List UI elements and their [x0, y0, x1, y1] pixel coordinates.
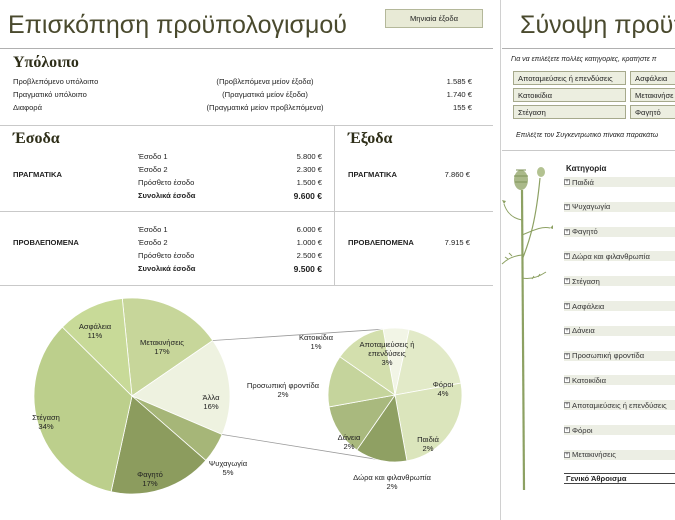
- pivot-grand-total: Γενικό Άθροισμα: [564, 473, 675, 484]
- expenses-vertical-divider: [334, 126, 335, 285]
- summary-instruction: Για να επιλέξετε πολλές κατηγορίες, κρατ…: [511, 56, 657, 63]
- income-heading: Έσοδα: [13, 130, 60, 147]
- income-divider: [0, 211, 493, 212]
- expand-icon[interactable]: +: [564, 327, 570, 334]
- income-total-value: 9.600 €: [293, 191, 322, 201]
- pivot-category-label: Δώρα και φιλανθρωπία: [572, 251, 650, 261]
- pivot-category-label: Μετακινήσεις: [572, 450, 616, 460]
- balance-heading: Υπόλοιπο: [13, 54, 79, 71]
- income-row-value: 1.500 €: [296, 178, 322, 187]
- pivot-category-row[interactable]: + Φαγητό: [564, 226, 675, 237]
- pivot-divider: [502, 150, 675, 151]
- pivot-category-label: Ασφάλεια: [572, 301, 605, 311]
- expenses-heading: Έξοδα: [348, 130, 393, 147]
- pivot-category-row[interactable]: + Αποταμιεύσεις ή επενδύσεις: [564, 400, 675, 411]
- summary-title: Σύνοψη προϋπ: [520, 11, 675, 39]
- expand-icon[interactable]: +: [564, 253, 570, 260]
- pie-slice-label: Άλλα 16%: [203, 393, 221, 411]
- expand-icon[interactable]: +: [564, 228, 570, 235]
- balance-row-label: Προβλεπόμενο υπόλοιπο: [13, 77, 99, 86]
- balance-row-formula: (Προβλεπόμενα μείον έξοδα): [216, 77, 314, 86]
- balance-row-formula: (Πραγματικά μείον έξοδα): [222, 90, 308, 99]
- pivot-category-label: Στέγαση: [572, 276, 600, 286]
- balance-row-label: Διαφορά: [13, 103, 43, 112]
- pie-slice-label: Δώρα και φιλανθρωπία 2%: [353, 473, 431, 491]
- income-total-label: Συνολικά έσοδα: [138, 191, 196, 200]
- expense-pie-of-pie-chart: Μετακινήσεις 17%Άλλα 16%Ψυχαγωγία 5%Φαγητό 1…: [32, 297, 463, 495]
- income-row-label: Έσοδο 2: [138, 165, 168, 174]
- expand-icon[interactable]: +: [564, 427, 570, 433]
- pivot-category-row[interactable]: + Ψυχαγωγία: [564, 201, 675, 212]
- pivot-category-label: Παιδιά: [572, 177, 594, 187]
- expand-icon[interactable]: +: [564, 352, 570, 359]
- income-total-label: Συνολικά έσοδα: [138, 264, 196, 273]
- pivot-category-label: Φαγητό: [572, 227, 598, 237]
- income-row-value: 5.800 €: [296, 152, 322, 161]
- pivot-category-label: Δάνεια: [572, 326, 595, 336]
- pivot-instruction: Επιλέξτε τον Συγκεντρωτικό πίνακα παρακά…: [516, 132, 659, 139]
- balance-divider: [0, 125, 493, 126]
- income-projected-label: ΠΡΟΒΛΕΠΟΜΕΝΑ: [13, 238, 79, 247]
- expand-icon[interactable]: +: [564, 179, 570, 185]
- expenses-actual-label: ΠΡΑΓΜΑΤΙΚΑ: [348, 170, 397, 179]
- expand-icon[interactable]: +: [564, 278, 570, 285]
- expenses-projected-label: ΠΡΟΒΛΕΠΟΜΕΝΑ: [348, 238, 414, 247]
- income-bottom-divider: [0, 285, 493, 286]
- income-total-value: 9.500 €: [293, 264, 322, 274]
- header-divider: [0, 48, 493, 49]
- expand-icon[interactable]: +: [564, 377, 570, 384]
- slicer-button[interactable]: Μετακινήσε: [630, 88, 675, 102]
- plant-illustration: [501, 167, 553, 490]
- slicer-button[interactable]: Κατοικίδια: [513, 88, 626, 102]
- pivot-category-row[interactable]: + Δώρα και φιλανθρωπία: [564, 251, 675, 262]
- expenses-projected-value: 7.915 €: [444, 238, 470, 247]
- income-row-label: Έσοδο 2: [138, 238, 168, 247]
- pivot-category-row[interactable]: + Στέγαση: [564, 276, 675, 287]
- expenses-actual-value: 7.860 €: [444, 170, 470, 179]
- balance-row-value: 155 €: [452, 103, 472, 112]
- balance-row-formula: (Πραγματικά μείον προβλεπόμενα): [206, 103, 324, 112]
- pivot-category-header[interactable]: Κατηγορία: [566, 164, 606, 173]
- pie-slice-label: Κατοικίδια 1%: [299, 333, 334, 351]
- income-row-label: Πρόσθετο έσοδο: [138, 178, 195, 187]
- pivot-category-row[interactable]: + Προσωπική φροντίδα: [564, 350, 675, 361]
- pivot-category-row[interactable]: + Ασφάλεια: [564, 301, 675, 311]
- pie-slice-label: Ψυχαγωγία 5%: [209, 459, 248, 477]
- slicer-button[interactable]: Στέγαση: [513, 105, 626, 119]
- expand-icon[interactable]: +: [564, 402, 570, 409]
- summary-divider: [502, 48, 675, 49]
- pivot-category-label: Αποταμιεύσεις ή επενδύσεις: [572, 400, 667, 410]
- balance-row-value: 1.585 €: [446, 77, 472, 86]
- expand-icon[interactable]: +: [564, 451, 570, 458]
- pivot-category-row[interactable]: + Φόροι: [564, 425, 675, 435]
- monthly-expenses-button[interactable]: Μηνιαία έξοδα: [385, 9, 483, 28]
- income-row-label: Έσοδο 1: [138, 225, 168, 234]
- expand-icon[interactable]: +: [564, 203, 570, 210]
- slicer-button[interactable]: Ασφάλεια: [630, 71, 675, 85]
- expand-icon[interactable]: +: [564, 303, 570, 309]
- income-row-value: 1.000 €: [296, 238, 322, 247]
- income-row-value: 2.500 €: [296, 251, 322, 260]
- pivot-category-row[interactable]: + Μετακινήσεις: [564, 449, 675, 460]
- pivot-category-label: Ψυχαγωγία: [572, 202, 611, 212]
- pivot-category-row[interactable]: + Δάνεια: [564, 325, 675, 336]
- income-actual-label: ΠΡΑΓΜΑΤΙΚΑ: [13, 170, 62, 179]
- pivot-category-label: Προσωπική φροντίδα: [572, 351, 645, 361]
- pivot-category-label: Φόροι: [572, 425, 593, 435]
- balance-row-label: Πραγματικό υπόλοιπο: [13, 90, 87, 99]
- overview-title: Επισκόπηση προϋπολογισμού: [8, 11, 347, 39]
- balance-row-value: 1.740 €: [446, 90, 472, 99]
- income-row-label: Έσοδο 1: [138, 152, 168, 161]
- pivot-category-row[interactable]: + Κατοικίδια: [564, 375, 675, 386]
- pie-slice-label: Προσωπική φροντίδα 2%: [247, 381, 320, 399]
- income-row-label: Πρόσθετο έσοδο: [138, 251, 195, 260]
- income-row-value: 2.300 €: [296, 165, 322, 174]
- slicer-button[interactable]: Φαγητό: [630, 105, 675, 119]
- income-row-value: 6.000 €: [296, 225, 322, 234]
- pivot-category-row[interactable]: + Παιδιά: [564, 177, 675, 187]
- slicer-button[interactable]: Αποταμιεύσεις ή επενδύσεις: [513, 71, 626, 85]
- pivot-category-label: Κατοικίδια: [572, 375, 606, 385]
